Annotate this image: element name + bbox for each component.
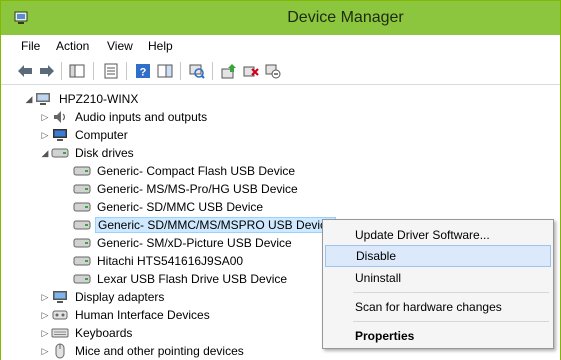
title-bar[interactable]: Device Manager xyxy=(1,1,560,35)
tree-item-label: Computer xyxy=(75,128,128,142)
disable-menu-item[interactable]: Disable xyxy=(325,245,551,267)
root-label: HPZ210-WINX xyxy=(59,92,139,106)
disk-drive-item[interactable]: Generic- Compact Flash USB Device xyxy=(73,162,297,180)
disk-drive-icon xyxy=(73,217,91,233)
disk-drive-item[interactable]: Lexar USB Flash Drive USB Device xyxy=(73,270,289,288)
uninstall-menu-item[interactable]: Uninstall xyxy=(325,267,551,289)
mouse-icon xyxy=(51,343,69,359)
svg-text:?: ? xyxy=(140,67,147,79)
update-driver-icon[interactable] xyxy=(219,61,239,81)
expand-arrow-icon[interactable]: ▷ xyxy=(39,108,51,126)
toolbar: ? xyxy=(1,57,560,85)
disk-drive-icon xyxy=(73,163,91,179)
disk-drive-label: Generic- SD/MMC USB Device xyxy=(97,200,264,214)
scan-for-hardware-changes-menu-item[interactable]: Scan for hardware changes xyxy=(325,296,551,318)
help-icon[interactable]: ? xyxy=(133,61,153,81)
tree-item-label: Keyboards xyxy=(75,326,133,340)
properties-menu-item[interactable]: Properties xyxy=(325,325,551,347)
toolbar-separator xyxy=(61,62,62,80)
disk-drive-label: Generic- SD/MMC/MS/MSPRO USB Device xyxy=(95,217,336,233)
disk-drive-item-selected[interactable]: Generic- SD/MMC/MS/MSPRO USB Device xyxy=(73,216,336,234)
context-menu: Update Driver Software... Disable Uninst… xyxy=(322,219,554,349)
tree-item-mice[interactable]: ▷ Mice and other pointing devices xyxy=(39,342,246,360)
context-menu-separator xyxy=(353,321,549,322)
disable-device-icon[interactable] xyxy=(263,61,283,81)
device-manager-window: Device Manager File Action View Help ? ◢… xyxy=(0,0,561,360)
toolbar-separator xyxy=(126,62,127,80)
action-pane-icon[interactable] xyxy=(155,61,175,81)
expand-arrow-icon[interactable]: ▷ xyxy=(39,288,51,306)
uninstall-icon[interactable] xyxy=(241,61,261,81)
toolbar-separator xyxy=(93,62,94,80)
menu-help[interactable]: Help xyxy=(148,39,173,53)
context-menu-separator xyxy=(353,292,549,293)
tree-item-keyboards[interactable]: ▷ Keyboards xyxy=(39,324,134,342)
menu-bar: File Action View Help xyxy=(1,35,560,57)
display-adapter-icon xyxy=(51,289,69,305)
menu-view[interactable]: View xyxy=(107,39,133,53)
tree-root[interactable]: ◢ HPZ210-WINX xyxy=(23,90,140,108)
tree-item-computer[interactable]: ▷ Computer xyxy=(39,126,130,144)
expand-arrow-icon[interactable]: ▷ xyxy=(39,126,51,144)
update-driver-software-menu-item[interactable]: Update Driver Software... xyxy=(325,224,551,246)
hid-icon xyxy=(51,307,69,323)
menu-file[interactable]: File xyxy=(21,39,40,53)
expand-arrow-icon[interactable]: ▷ xyxy=(39,342,51,360)
disk-drive-icon xyxy=(51,145,69,161)
tree-item-label: Disk drives xyxy=(75,146,134,160)
tree-item-label: Audio inputs and outputs xyxy=(75,110,208,124)
disk-drive-item[interactable]: Hitachi HTS541616J9SA00 xyxy=(73,252,245,270)
window-title: Device Manager xyxy=(287,9,404,26)
keyboard-icon xyxy=(51,325,69,341)
disk-drive-item[interactable]: Generic- MS/MS-Pro/HG USB Device xyxy=(73,180,300,198)
disk-drive-label: Hitachi HTS541616J9SA00 xyxy=(97,254,244,268)
disk-drive-label: Lexar USB Flash Drive USB Device xyxy=(97,272,288,286)
toolbar-separator xyxy=(212,62,213,80)
tree-item-disk-drives[interactable]: ◢ Disk drives xyxy=(39,144,136,162)
back-icon[interactable] xyxy=(15,61,35,81)
tree-item-label: Mice and other pointing devices xyxy=(75,344,244,358)
disk-drive-item[interactable]: Generic- SM/xD-Picture USB Device xyxy=(73,234,294,252)
forward-icon[interactable] xyxy=(37,61,57,81)
scan-for-hardware-changes-icon[interactable] xyxy=(187,61,207,81)
computer-icon xyxy=(35,91,53,107)
monitor-icon xyxy=(51,127,69,143)
properties-icon[interactable] xyxy=(101,61,121,81)
tree-item-audio[interactable]: ▷ Audio inputs and outputs xyxy=(39,108,209,126)
disk-drive-icon xyxy=(73,235,91,251)
disk-drive-icon xyxy=(73,253,91,269)
disk-drive-label: Generic- MS/MS-Pro/HG USB Device xyxy=(97,182,298,196)
disk-drive-item[interactable]: Generic- SD/MMC USB Device xyxy=(73,198,265,216)
tree-item-display-adapters[interactable]: ▷ Display adapters xyxy=(39,288,166,306)
expand-arrow-icon[interactable]: ▷ xyxy=(39,306,51,324)
disk-drive-icon xyxy=(73,181,91,197)
disk-drive-label: Generic- SM/xD-Picture USB Device xyxy=(97,236,292,250)
disk-drive-label: Generic- Compact Flash USB Device xyxy=(97,164,296,178)
tree-item-label: Human Interface Devices xyxy=(75,308,210,322)
menu-action[interactable]: Action xyxy=(56,39,89,53)
tree-item-hid[interactable]: ▷ Human Interface Devices xyxy=(39,306,212,324)
collapse-arrow-icon[interactable]: ◢ xyxy=(23,90,35,108)
tree-item-label: Display adapters xyxy=(75,290,165,304)
show-hide-console-tree-icon[interactable] xyxy=(67,61,87,81)
toolbar-separator xyxy=(180,62,181,80)
collapse-arrow-icon[interactable]: ◢ xyxy=(39,144,51,162)
speaker-icon xyxy=(51,109,69,125)
disk-drive-icon xyxy=(73,271,91,287)
expand-arrow-icon[interactable]: ▷ xyxy=(39,324,51,342)
disk-drive-icon xyxy=(73,199,91,215)
